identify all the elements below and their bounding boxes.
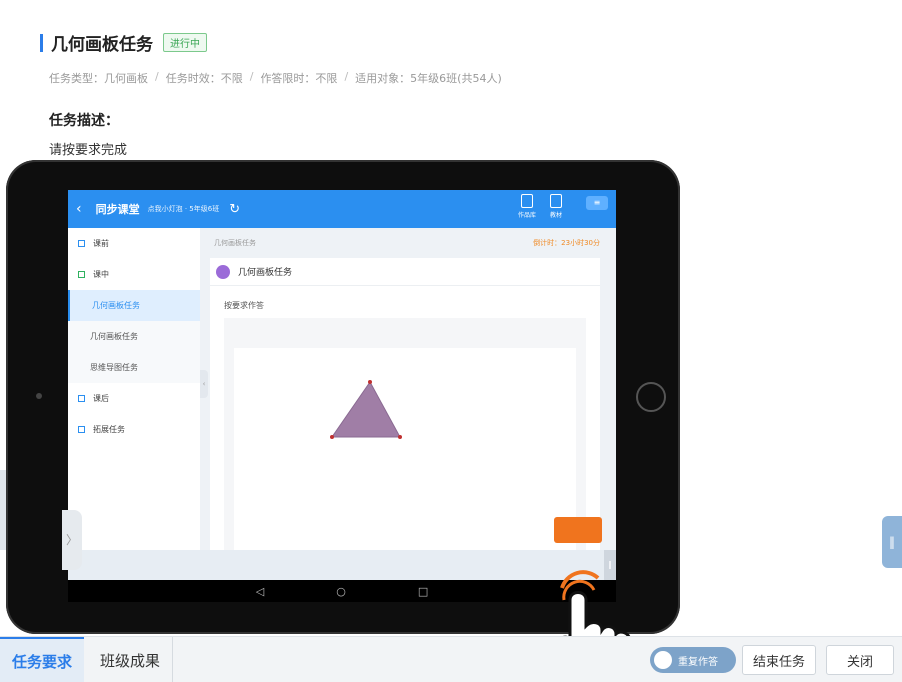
countdown-timer: 倒计时：23小时30分 <box>533 239 600 247</box>
textbook-tool[interactable]: 教材 <box>550 194 562 219</box>
sidebar-label: 课后 <box>93 394 109 403</box>
repeat-answer-toggle[interactable]: 重复作答 <box>650 647 736 673</box>
end-task-button[interactable]: 结束任务 <box>742 645 816 675</box>
sidebar-item-before-class[interactable]: 课前 <box>68 228 200 259</box>
close-button[interactable]: 关闭 <box>826 645 894 675</box>
description-text: 请按要求完成 <box>49 143 128 158</box>
meta-type: 任务类型：几何画板 <box>49 72 148 85</box>
bottom-bar: 任务要求 班级成果 重复作答 结束任务 关闭 <box>0 636 902 682</box>
recent-nav-icon[interactable]: □ <box>418 585 428 598</box>
task-card-header: 几何画板任务 <box>210 258 600 286</box>
tablet-icon <box>550 194 562 208</box>
sidebar-item-mindmap-task[interactable]: 思维导图任务 <box>68 352 200 383</box>
title-accent-bar <box>40 33 43 52</box>
gallery-tool[interactable]: 作品库 <box>518 194 536 219</box>
breadcrumb: 几何画板任务 <box>214 239 256 247</box>
task-card-title: 几何画板任务 <box>238 268 293 278</box>
drawing-canvas-area[interactable] <box>224 318 586 550</box>
app-header: ‹ 同步课堂 点我小灯泡 · 5年级6班 ↻ 作品库 教材 ≡ <box>68 190 616 228</box>
submit-button[interactable] <box>554 517 602 543</box>
meta-separator: / <box>249 70 254 83</box>
sidebar-item-extension[interactable]: 拓展任务 <box>68 414 200 445</box>
sidebar-label: 课中 <box>93 270 109 279</box>
meta-validity: 任务时效：不限 <box>165 72 243 85</box>
meta-time-limit: 作答限时：不限 <box>260 72 338 85</box>
sidebar-label: 几何画板任务 <box>92 301 140 310</box>
task-meta: 任务类型：几何画板 / 任务时效：不限 / 作答限时：不限 / 适用对象：5年级… <box>49 70 502 86</box>
checkbox-icon <box>78 271 85 278</box>
app-content: 几何画板任务 倒计时：23小时30分 几何画板任务 按要求作答 <box>210 228 610 550</box>
sidebar-item-in-class[interactable]: 课中 <box>68 259 200 290</box>
home-button-icon <box>636 382 666 412</box>
checkbox-icon <box>78 395 85 402</box>
tablet-screen: ‹ 同步课堂 点我小灯泡 · 5年级6班 ↻ 作品库 教材 ≡ 课前 课中 几何… <box>68 190 616 602</box>
task-requirement: 按要求作答 <box>224 301 264 310</box>
meta-separator: / <box>155 70 159 83</box>
home-nav-icon[interactable]: ○ <box>336 585 346 598</box>
sidebar-item-geometry-task-active[interactable]: 几何画板任务 <box>68 290 200 321</box>
drawing-canvas[interactable] <box>234 348 576 550</box>
app-footer <box>68 550 616 580</box>
app-sidebar: 课前 课中 几何画板任务 几何画板任务 思维导图任务 课后 拓展任务 <box>68 228 200 550</box>
page: 几何画板任务 进行中 任务类型：几何画板 / 任务时效：不限 / 作答限时：不限… <box>0 0 902 682</box>
task-card: 几何画板任务 按要求作答 <box>210 258 600 550</box>
refresh-icon[interactable]: ↻ <box>229 202 240 217</box>
meta-separator: / <box>344 70 349 83</box>
sidebar-label: 课前 <box>93 239 109 248</box>
tab-class-results[interactable]: 班级成果 <box>88 637 174 682</box>
sidebar-label: 思维导图任务 <box>90 363 138 372</box>
right-panel-handle[interactable]: ‖ <box>882 516 902 568</box>
meta-target: 适用对象：5年级6班(共54人) <box>355 72 502 85</box>
status-badge: 进行中 <box>163 33 207 52</box>
image-icon <box>521 194 533 208</box>
sidebar-label: 几何画板任务 <box>90 332 138 341</box>
tab-task-requirements[interactable]: 任务要求 <box>0 637 85 682</box>
camera-icon <box>36 393 42 399</box>
toggle-knob <box>654 651 672 669</box>
app-body: 课前 课中 几何画板任务 几何画板任务 思维导图任务 课后 拓展任务 ‹ 几何画… <box>68 228 616 602</box>
menu-icon[interactable]: ≡ <box>586 196 608 210</box>
task-type-icon <box>216 264 230 279</box>
description-label: 任务描述： <box>49 113 119 129</box>
sidebar-collapse-toggle[interactable]: ‹ <box>200 370 208 398</box>
back-nav-icon[interactable]: ◁ <box>256 585 264 598</box>
left-panel-handle[interactable]: 〉 <box>62 510 82 570</box>
textbook-tool-label: 教材 <box>550 212 563 219</box>
back-arrow-icon[interactable]: ‹ <box>76 201 82 217</box>
sidebar-label: 拓展任务 <box>93 425 125 434</box>
checkbox-icon <box>78 240 85 247</box>
gallery-tool-label: 作品库 <box>518 212 537 219</box>
android-nav-bar: ◁ ○ □ <box>68 580 616 602</box>
app-title: 同步课堂 <box>95 203 140 216</box>
toggle-label: 重复作答 <box>678 656 718 668</box>
sidebar-item-after-class[interactable]: 课后 <box>68 383 200 414</box>
checkbox-icon <box>78 426 85 433</box>
page-title: 几何画板任务 <box>51 35 153 55</box>
sidebar-item-geometry-task[interactable]: 几何画板任务 <box>68 321 200 352</box>
app-subtitle: 点我小灯泡 · 5年级6班 <box>147 205 220 213</box>
title-row: 几何画板任务 进行中 <box>40 30 207 55</box>
triangle-drawing <box>330 380 402 439</box>
